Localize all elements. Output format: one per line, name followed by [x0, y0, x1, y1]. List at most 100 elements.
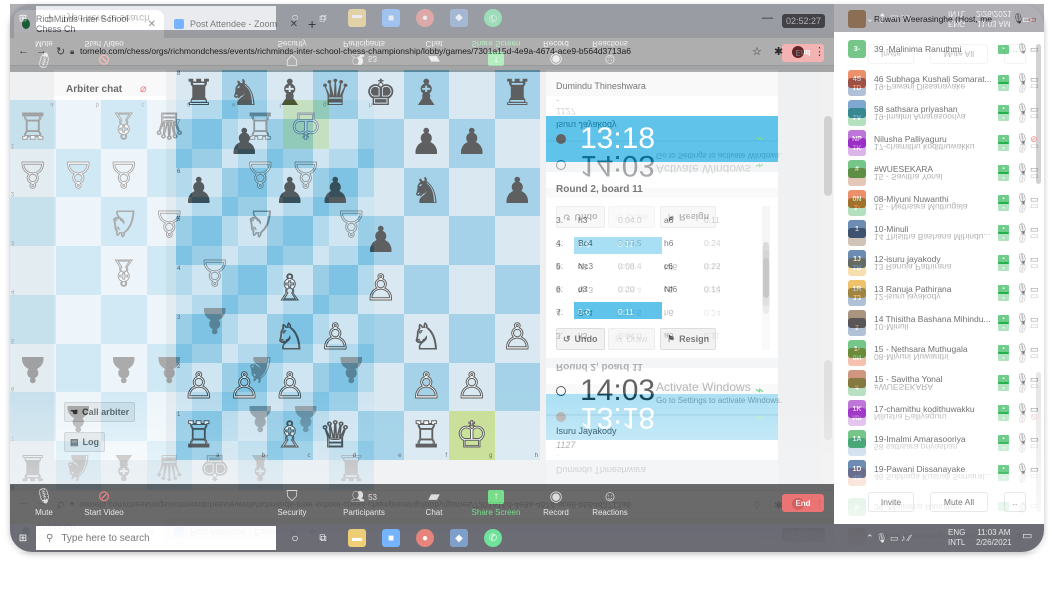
- app-icon[interactable]: ◆: [450, 529, 468, 547]
- black-bishop-icon[interactable]: ♝: [410, 76, 442, 112]
- video-icon[interactable]: ▭: [1030, 164, 1039, 175]
- log-button[interactable]: ▤ Log: [64, 432, 106, 452]
- participant-row[interactable]: 1- 15 - Nethsara Muthugala ▪ 🎙︎ ▭: [834, 334, 1044, 364]
- square-e5[interactable]: ♟: [358, 216, 404, 265]
- square-f4[interactable]: [403, 265, 449, 314]
- black-bishop-icon[interactable]: ♝: [274, 76, 306, 112]
- square-c4[interactable]: ♗: [267, 265, 313, 314]
- square-e1[interactable]: e: [358, 411, 404, 460]
- mic-muted-icon[interactable]: ⌀: [140, 82, 147, 95]
- square-e4[interactable]: ♙: [358, 265, 404, 314]
- white-pawn-icon[interactable]: ♙: [501, 319, 534, 356]
- participant-row[interactable]: 4S 46 Subhaga Kushali Somarat... ▪ 🎙︎ ▭: [834, 64, 1044, 94]
- white-bishop-icon[interactable]: ♗: [273, 270, 306, 307]
- move-row[interactable]: 7. 0-0 0:11: [556, 302, 752, 325]
- system-tray-icons[interactable]: ⌃ 🎙︎ ▭ ♪ ∕∕: [866, 533, 911, 543]
- participant-row[interactable]: NP Nilusha Palliyaguru ▪ 🎙︎ ⊘: [834, 124, 1044, 154]
- mic-icon[interactable]: 🎙︎: [1016, 404, 1029, 415]
- square-d6[interactable]: ♟: [312, 167, 358, 217]
- video-icon[interactable]: ▭: [1030, 374, 1039, 385]
- white-bishop-icon[interactable]: ♗: [273, 417, 306, 454]
- square-g2[interactable]: ♙: [449, 362, 495, 412]
- square-f2[interactable]: ♙: [403, 362, 449, 412]
- black-pawn-icon[interactable]: ♟: [228, 125, 260, 161]
- participant-row[interactable]: 1R 13 Ranuja Pathirana ▪ 🎙︎ ▭: [834, 274, 1044, 304]
- mic-icon[interactable]: 🎙︎: [1016, 344, 1029, 355]
- mic-icon[interactable]: 🎙︎: [1016, 254, 1029, 265]
- participant-row[interactable]: 58 sathsara priyashan ▪ 🎙︎ ▭: [834, 94, 1044, 124]
- participant-row[interactable]: 0N 08-Miyuni Nuwanthi ▪ 🎙︎ ▭: [834, 184, 1044, 214]
- participant-row[interactable]: 1J 12-isuru jayakody ▪ 🎙︎ ▭: [834, 244, 1044, 274]
- mic-icon[interactable]: 🎙︎: [1012, 14, 1025, 25]
- video-icon[interactable]: ▭: [1030, 314, 1039, 325]
- participant-row[interactable]: 1K 17-chamithu kodithuwakku ▪ 🎙︎ ▭: [834, 394, 1044, 424]
- white-king-icon[interactable]: ♔: [455, 417, 488, 454]
- square-b4[interactable]: [221, 265, 267, 314]
- white-queen-icon[interactable]: ♕: [319, 417, 352, 454]
- square-f8[interactable]: ♝: [403, 70, 449, 119]
- white-pawn-icon[interactable]: ♙: [319, 319, 352, 356]
- square-c8[interactable]: ♝: [267, 70, 313, 119]
- black-pawn-icon[interactable]: ♟: [319, 173, 351, 210]
- video-off-icon[interactable]: ▭: [1028, 14, 1037, 25]
- participant-row[interactable]: 3- 39 -Malinima Ranuthmi ▪ 🎙︎ ▭: [834, 34, 1044, 64]
- square-e7[interactable]: [358, 118, 404, 168]
- black-rook-icon[interactable]: ♜: [183, 76, 215, 112]
- participants-button[interactable]: 👥︎ 53 Participants: [334, 488, 394, 517]
- mic-icon[interactable]: 🎙︎: [1016, 434, 1029, 445]
- close-tab-icon[interactable]: ✕: [148, 19, 156, 30]
- cortana-icon[interactable]: ○: [286, 529, 304, 547]
- file-explorer-icon[interactable]: ▬: [348, 529, 366, 547]
- resign-button[interactable]: ⚑ Resign: [660, 328, 717, 350]
- mic-icon[interactable]: 🎙︎: [1016, 104, 1029, 115]
- move-row[interactable]: 3. h3 0:04.0 a6 0:11: [556, 210, 752, 233]
- square-h6[interactable]: ♟: [494, 167, 540, 217]
- video-icon[interactable]: ▭: [1030, 434, 1039, 445]
- windows-start-icon[interactable]: ⊞: [14, 529, 32, 547]
- square-c2[interactable]: ♙: [267, 362, 313, 412]
- square-d7[interactable]: [312, 118, 358, 168]
- square-c7[interactable]: [267, 118, 313, 168]
- square-h1[interactable]: h: [494, 411, 540, 460]
- white-knight-icon[interactable]: ♘: [273, 319, 306, 356]
- mic-icon[interactable]: 🎙︎: [1016, 284, 1029, 295]
- square-a7[interactable]: 7: [176, 118, 222, 168]
- square-b7[interactable]: ♟: [221, 118, 267, 168]
- square-h5[interactable]: [494, 216, 540, 265]
- reload-icon[interactable]: ↻: [56, 45, 65, 58]
- chrome-icon[interactable]: ●: [416, 529, 434, 547]
- zoom-app-icon[interactable]: ■: [382, 529, 400, 547]
- mic-icon[interactable]: 🎙︎: [1016, 224, 1029, 235]
- white-rook-icon[interactable]: ♖: [410, 417, 443, 454]
- mic-icon[interactable]: 🎙︎: [1016, 314, 1029, 325]
- language-indicator[interactable]: ENG INTL: [948, 528, 965, 548]
- square-h7[interactable]: [494, 118, 540, 168]
- square-a4[interactable]: 4: [176, 265, 222, 314]
- mic-icon[interactable]: 🎙︎: [1016, 164, 1029, 175]
- square-d2[interactable]: [312, 362, 358, 412]
- square-b3[interactable]: [221, 313, 267, 363]
- forward-icon[interactable]: →: [36, 45, 47, 57]
- close-tab-icon[interactable]: ✕: [290, 19, 298, 30]
- square-a3[interactable]: 3: [176, 313, 222, 363]
- moves-scrollbar[interactable]: [762, 206, 770, 306]
- square-c5[interactable]: [267, 216, 313, 265]
- black-queen-icon[interactable]: ♛: [319, 76, 351, 112]
- url-text[interactable]: tornelo.com/chess/orgs/richmondchess/eve…: [80, 46, 631, 56]
- mic-icon[interactable]: 🎙︎: [1016, 134, 1029, 145]
- video-icon[interactable]: ▭: [1030, 104, 1039, 115]
- video-off-icon[interactable]: ⊘: [1030, 134, 1038, 145]
- black-pawn-icon[interactable]: ♟: [183, 173, 215, 210]
- square-d4[interactable]: [312, 265, 358, 314]
- square-a1[interactable]: 1 a ♖: [176, 411, 222, 460]
- mute-all-button[interactable]: Mute All: [930, 492, 988, 512]
- black-rook-icon[interactable]: ♜: [501, 76, 533, 112]
- browser-menu-icon[interactable]: ⋮: [814, 45, 825, 58]
- square-c3[interactable]: ♘: [267, 313, 313, 363]
- square-d5[interactable]: [312, 216, 358, 265]
- mic-icon[interactable]: 🎙︎: [1016, 74, 1029, 85]
- security-button[interactable]: ⛉ Security: [262, 488, 322, 517]
- black-pawn-icon[interactable]: ♟: [410, 125, 442, 161]
- move-row[interactable]: 5. Nc3 0:08.4 c6 0:22: [556, 256, 752, 279]
- participant-row[interactable]: 1 10-Minuli ▪ 🎙︎ ▭: [834, 214, 1044, 244]
